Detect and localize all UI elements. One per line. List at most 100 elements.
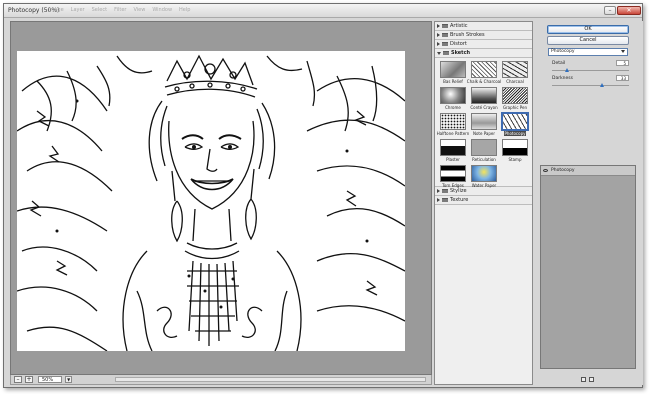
minus-icon: – [16, 376, 20, 383]
title-bar: Photocopy (50%) Image Layer Select Filte… [4, 4, 642, 18]
expand-arrow-icon [437, 189, 440, 193]
thumbnail-label: Plaster [446, 157, 460, 162]
category-label: Artistic [450, 23, 468, 29]
thumbnail-image [471, 139, 497, 156]
thumbnail-image [471, 61, 497, 78]
close-icon: ✕ [626, 7, 632, 14]
eye-icon[interactable] [543, 169, 548, 172]
background-menu: Image Layer Select Filter View Window He… [48, 7, 190, 13]
thumbnail-image [440, 113, 466, 130]
thumb-graphic-pen[interactable]: Graphic Pen [501, 87, 529, 110]
delete-effect-layer-icon[interactable] [589, 377, 594, 382]
category-label: Sketch [451, 50, 471, 56]
filter-gallery-list: Artistic Brush Strokes Distort Sketch Ba… [434, 21, 533, 385]
chevron-down-icon: ▼ [67, 377, 71, 382]
thumbnail-label: Conté Crayon [470, 105, 498, 110]
thumbnail-label: Note Paper [472, 131, 496, 136]
thumbnail-image [502, 139, 528, 156]
folder-icon [442, 42, 448, 46]
folder-icon [442, 33, 448, 37]
minimize-button[interactable]: – [604, 6, 616, 15]
category-stylize[interactable]: Stylize [435, 187, 532, 196]
thumbnail-label: Chalk & Charcoal [466, 79, 502, 84]
thumbnail-label: Chrome [445, 105, 461, 110]
thumb-conte-crayon[interactable]: Conté Crayon [470, 87, 498, 110]
layer-actions [581, 377, 594, 382]
thumb-reticulation[interactable]: Reticulation [470, 139, 498, 162]
thumbnail-image [502, 87, 528, 104]
thumb-water-paper[interactable]: Water Paper [470, 165, 498, 188]
zoom-dropdown-button[interactable]: ▼ [65, 376, 73, 383]
category-texture[interactable]: Texture [435, 196, 532, 205]
category-brush-strokes[interactable]: Brush Strokes [435, 31, 532, 40]
zoom-level[interactable]: 50% [38, 376, 63, 383]
thumbnail-label: Bas Relief [443, 79, 463, 84]
filter-select-value: Photocopy [551, 49, 575, 54]
expand-arrow-icon [437, 33, 440, 37]
filter-settings-panel: OK Cancel Photocopy Detail 5 Darkness 33… [535, 21, 643, 385]
ghost-menu-item: Filter [114, 7, 127, 13]
thumbnail-image [501, 112, 529, 131]
filter-select[interactable]: Photocopy [548, 48, 628, 56]
preview-status-bar: – + 50% ▼ [10, 375, 432, 385]
ghost-menu-item: Help [179, 7, 191, 13]
ghost-menu-item: View [133, 7, 146, 13]
zoom-out-button[interactable]: – [14, 376, 22, 383]
thumbnail-image [440, 165, 466, 182]
thumbnail-image [471, 113, 497, 130]
close-button[interactable]: ✕ [617, 6, 641, 15]
category-label: Stylize [450, 188, 467, 194]
expand-arrow-icon [437, 42, 440, 46]
thumbnail-label: Graphic Pen [502, 105, 528, 110]
darkness-value-input[interactable]: 33 [616, 75, 629, 81]
folder-icon [442, 24, 448, 28]
detail-slider[interactable] [552, 68, 629, 72]
thumbnail-image [502, 61, 528, 78]
thumb-bas-relief[interactable]: Bas Relief [439, 61, 467, 84]
detail-slider-handle[interactable] [564, 68, 569, 72]
thumb-note-paper[interactable]: Note Paper [470, 113, 498, 136]
thumb-plaster[interactable]: Plaster [439, 139, 467, 162]
folder-icon [442, 189, 448, 193]
zoom-in-button[interactable]: + [25, 376, 33, 383]
preview-image[interactable] [17, 51, 405, 351]
cancel-button[interactable]: Cancel [547, 36, 629, 45]
effect-layer-row[interactable]: Photocopy [541, 166, 635, 176]
thumb-charcoal[interactable]: Charcoal [501, 61, 529, 84]
category-sketch[interactable]: Sketch [435, 49, 532, 58]
preview-area[interactable] [10, 21, 432, 375]
category-label: Distort [450, 41, 467, 47]
category-distort[interactable]: Distort [435, 40, 532, 49]
horizontal-scrollbar[interactable] [115, 377, 426, 382]
thumb-torn-edges[interactable]: Torn Edges [439, 165, 467, 188]
collapse-arrow-icon [437, 51, 441, 55]
detail-value-input[interactable]: 5 [616, 60, 629, 66]
ok-button[interactable]: OK [547, 25, 629, 34]
effect-layers-panel: Photocopy [540, 165, 636, 369]
plus-icon: + [26, 376, 32, 383]
filter-gallery-window: Photocopy (50%) Image Layer Select Filte… [3, 3, 643, 388]
ghost-menu-item: Select [91, 7, 108, 13]
new-effect-layer-icon[interactable] [581, 377, 586, 382]
minimize-icon: – [608, 7, 612, 14]
darkness-label: Darkness [552, 76, 573, 81]
thumb-chalk-charcoal[interactable]: Chalk & Charcoal [466, 61, 502, 84]
thumbnail-label: Photocopy [503, 131, 527, 136]
thumb-stamp[interactable]: Stamp [501, 139, 529, 162]
folder-open-icon [443, 51, 449, 55]
thumbnail-label: Stamp [508, 157, 522, 162]
expand-arrow-icon [437, 198, 440, 202]
folder-icon [442, 198, 448, 202]
thumbnail-image [440, 61, 466, 78]
expand-arrow-icon [437, 24, 440, 28]
thumb-halftone-pattern[interactable]: Halftone Pattern [437, 113, 469, 136]
category-artistic[interactable]: Artistic [435, 22, 532, 31]
ghost-menu-item: Layer [70, 7, 85, 13]
darkness-slider[interactable] [552, 83, 629, 87]
thumb-photocopy[interactable]: Photocopy [501, 112, 529, 136]
sketch-thumbnails: Bas Relief Chalk & Charcoal Charcoal Chr… [435, 58, 532, 188]
thumb-chrome[interactable]: Chrome [439, 87, 467, 110]
darkness-slider-handle[interactable] [600, 83, 605, 87]
thumbnail-image [440, 87, 466, 104]
thumbnail-label: Water Paper [471, 183, 497, 188]
